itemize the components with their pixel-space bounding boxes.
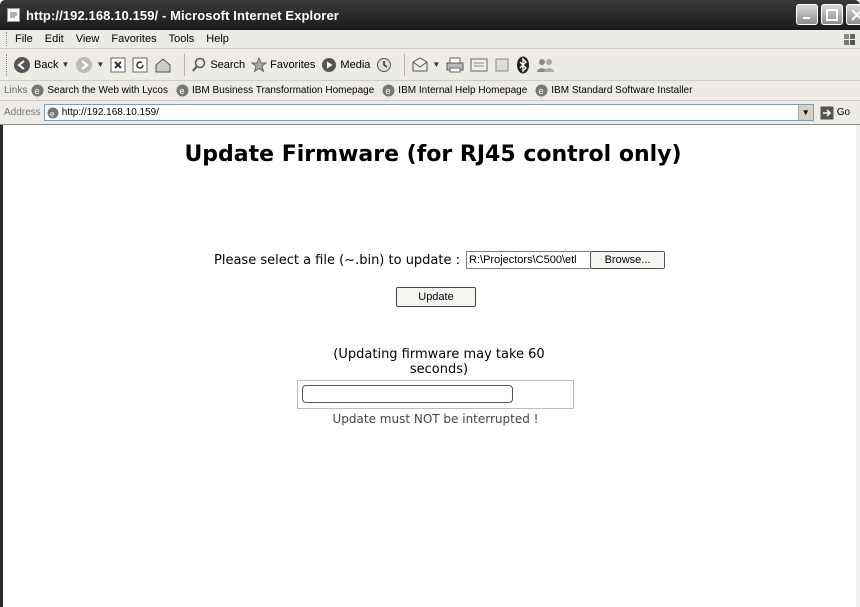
history-icon bbox=[377, 57, 392, 72]
links-label: Links bbox=[4, 85, 28, 96]
address-bar: Address e http://192.168.10.159/ ▼ Go bbox=[0, 101, 860, 125]
go-label: Go bbox=[836, 107, 851, 118]
title-bar: http://192.168.10.159/ - Microsoft Inter… bbox=[0, 0, 860, 30]
toolbar-grip[interactable] bbox=[6, 32, 9, 46]
menu-edit[interactable]: Edit bbox=[45, 33, 64, 45]
discuss-button[interactable] bbox=[494, 57, 510, 73]
svg-text:e: e bbox=[35, 86, 40, 96]
svg-text:e: e bbox=[386, 86, 391, 96]
favorites-label: Favorites bbox=[270, 58, 316, 71]
chevron-down-icon[interactable]: ▼ bbox=[432, 60, 440, 69]
go-arrow-icon bbox=[820, 106, 834, 119]
windows-logo-icon bbox=[842, 31, 858, 47]
refresh-button[interactable] bbox=[132, 57, 148, 73]
print-button[interactable] bbox=[446, 57, 464, 73]
stop-icon bbox=[110, 57, 126, 72]
toolbar-separator bbox=[184, 53, 186, 76]
links-bar: Links e Search the Web with Lycos e IBM … bbox=[0, 81, 860, 101]
forward-arrow-icon bbox=[76, 56, 93, 73]
minimize-button[interactable] bbox=[796, 4, 818, 25]
chevron-down-icon[interactable]: ▼ bbox=[96, 60, 104, 69]
chevron-down-icon[interactable]: ▼ bbox=[61, 60, 69, 69]
address-input[interactable]: e http://192.168.10.159/ ▼ bbox=[43, 104, 814, 121]
search-label: Search bbox=[210, 58, 246, 71]
page-icon bbox=[6, 8, 20, 22]
bluetooth-icon bbox=[517, 56, 530, 73]
menu-favorites[interactable]: Favorites bbox=[111, 33, 156, 45]
edit-button[interactable] bbox=[470, 57, 488, 73]
ie-page-icon: e bbox=[47, 107, 59, 118]
link-ibm-help[interactable]: e IBM Internal Help Homepage bbox=[382, 84, 527, 97]
link-label: IBM Business Transformation Homepage bbox=[191, 85, 375, 96]
toolbar-grip[interactable] bbox=[6, 53, 9, 76]
mail-icon bbox=[412, 56, 428, 71]
ie-page-icon: e bbox=[176, 84, 189, 97]
svg-text:e: e bbox=[539, 86, 544, 96]
favorites-button[interactable]: Favorites bbox=[251, 56, 316, 73]
standard-toolbar: Back ▼ ▼ Search Favorites Media ▼ bbox=[0, 49, 860, 81]
link-ibm-business[interactable]: e IBM Business Transformation Homepage bbox=[176, 84, 374, 97]
back-button[interactable]: Back ▼ bbox=[13, 56, 69, 74]
link-label: IBM Internal Help Homepage bbox=[398, 85, 528, 96]
address-label: Address bbox=[4, 107, 41, 118]
search-icon bbox=[192, 57, 206, 72]
maximize-button[interactable] bbox=[821, 4, 843, 25]
ie-page-icon: e bbox=[535, 84, 548, 97]
file-prompt: Please select a file (~.bin) to update : bbox=[214, 252, 461, 268]
update-button[interactable]: Update bbox=[396, 287, 476, 307]
vertical-scrollbar[interactable] bbox=[856, 125, 860, 607]
go-button[interactable]: Go bbox=[820, 106, 850, 120]
progress-container bbox=[297, 380, 574, 409]
edit-page-icon bbox=[470, 58, 488, 71]
discuss-icon bbox=[495, 58, 509, 71]
progress-bar bbox=[302, 385, 513, 403]
address-url: http://192.168.10.159/ bbox=[61, 107, 159, 118]
mail-button[interactable]: ▼ bbox=[411, 56, 440, 73]
back-label: Back bbox=[34, 58, 59, 71]
browse-button[interactable]: Browse... bbox=[590, 251, 666, 269]
star-icon bbox=[251, 56, 268, 73]
toolbar-separator bbox=[404, 53, 406, 76]
media-label: Media bbox=[340, 58, 371, 71]
messenger-button[interactable] bbox=[536, 57, 556, 73]
menu-file[interactable]: File bbox=[15, 33, 33, 45]
file-path-input[interactable]: R:\Projectors\C500\etl bbox=[466, 251, 591, 269]
media-icon bbox=[322, 57, 337, 72]
file-select-row: Please select a file (~.bin) to update :… bbox=[214, 251, 666, 269]
link-ibm-software[interactable]: e IBM Standard Software Installer bbox=[535, 84, 692, 97]
update-duration-note: (Updating firmware may take 60 seconds) bbox=[333, 347, 545, 377]
search-button[interactable]: Search bbox=[191, 57, 245, 73]
messenger-icon bbox=[537, 58, 555, 72]
history-button[interactable] bbox=[376, 57, 392, 73]
svg-text:e: e bbox=[179, 86, 184, 96]
forward-button[interactable]: ▼ bbox=[75, 56, 104, 74]
page-title: Update Firmware (for RJ45 control only) bbox=[184, 142, 682, 167]
chevron-down-icon[interactable]: ▼ bbox=[797, 105, 813, 120]
interrupt-warning: Update must NOT be interrupted ! bbox=[332, 412, 539, 426]
ie-page-icon: e bbox=[31, 84, 44, 97]
media-button[interactable]: Media bbox=[321, 57, 370, 73]
refresh-icon bbox=[132, 57, 148, 72]
stop-button[interactable] bbox=[110, 57, 126, 73]
svg-text:e: e bbox=[50, 109, 55, 118]
close-button[interactable] bbox=[846, 4, 860, 25]
bluetooth-button[interactable] bbox=[516, 56, 530, 74]
link-label: IBM Standard Software Installer bbox=[551, 85, 693, 96]
menu-view[interactable]: View bbox=[76, 33, 100, 45]
link-label: Search the Web with Lycos bbox=[47, 85, 168, 96]
menu-help[interactable]: Help bbox=[206, 33, 229, 45]
window-title: http://192.168.10.159/ - Microsoft Inter… bbox=[26, 7, 339, 23]
printer-icon bbox=[446, 57, 464, 72]
menu-bar: File Edit View Favorites Tools Help bbox=[0, 30, 860, 49]
menu-tools[interactable]: Tools bbox=[169, 33, 195, 45]
ie-page-icon: e bbox=[382, 84, 395, 97]
link-lycos[interactable]: e Search the Web with Lycos bbox=[31, 84, 168, 97]
home-button[interactable] bbox=[154, 57, 172, 73]
home-icon bbox=[155, 57, 171, 72]
page-viewport: Update Firmware (for RJ45 control only) … bbox=[0, 125, 860, 607]
back-arrow-icon bbox=[14, 56, 30, 73]
